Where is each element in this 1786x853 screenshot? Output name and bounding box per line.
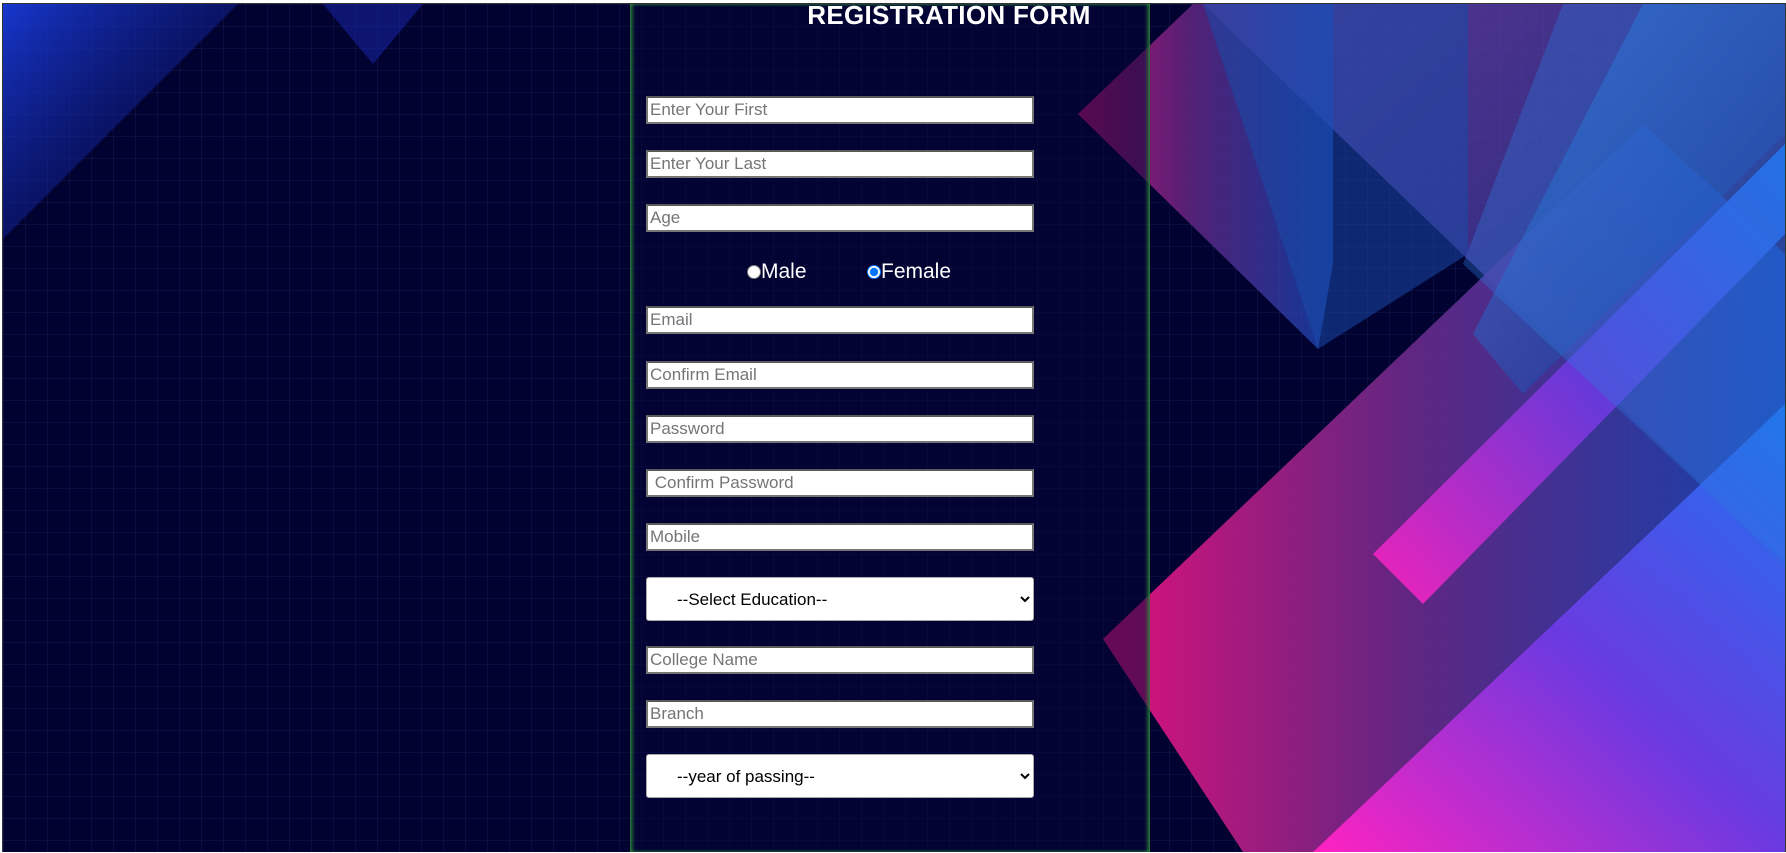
gender-female-option[interactable]: Female xyxy=(867,260,951,284)
male-radio[interactable] xyxy=(747,265,761,279)
male-label: Male xyxy=(761,260,807,283)
college-name-input[interactable] xyxy=(646,646,1034,674)
email-input[interactable] xyxy=(646,306,1034,334)
form-title: REGISTRATION FORM xyxy=(807,3,1091,30)
year-of-passing-select[interactable]: --year of passing-- xyxy=(646,754,1034,798)
female-label: Female xyxy=(881,260,952,283)
education-select[interactable]: --Select Education-- xyxy=(646,577,1034,621)
page-background: REGISTRATION FORM Male Female --Select E… xyxy=(2,3,1786,852)
gender-male-option[interactable]: Male xyxy=(747,260,807,284)
confirm-password-input[interactable] xyxy=(646,469,1034,497)
confirm-email-input[interactable] xyxy=(646,361,1034,389)
age-input[interactable] xyxy=(646,204,1034,232)
first-name-input[interactable] xyxy=(646,96,1034,124)
registration-panel: REGISTRATION FORM Male Female --Select E… xyxy=(630,4,1150,852)
female-radio[interactable] xyxy=(867,265,881,279)
mobile-input[interactable] xyxy=(646,523,1034,551)
branch-input[interactable] xyxy=(646,700,1034,728)
last-name-input[interactable] xyxy=(646,150,1034,178)
password-input[interactable] xyxy=(646,415,1034,443)
